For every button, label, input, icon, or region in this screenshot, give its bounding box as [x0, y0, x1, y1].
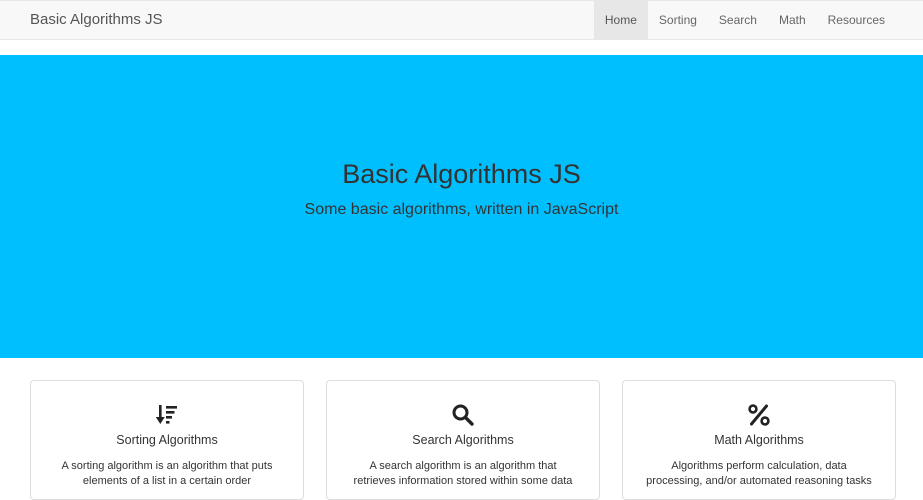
card-title: Search Algorithms: [412, 433, 514, 447]
sort-amount-down-icon: [31, 403, 303, 427]
nav-item-sorting[interactable]: Sorting: [648, 1, 708, 40]
nav-item-math[interactable]: Math: [768, 1, 817, 40]
hero-title: Basic Algorithms JS: [342, 159, 581, 189]
card-search: Search Algorithms A search algorithm is …: [326, 380, 600, 500]
card-title: Math Algorithms: [714, 433, 804, 447]
nav-menu: Home Sorting Search Math Resources: [593, 1, 896, 40]
nav-item-search[interactable]: Search: [708, 1, 768, 40]
card-sorting: Sorting Algorithms A sorting algorithm i…: [30, 380, 304, 500]
nav-item-resources[interactable]: Resources: [817, 1, 896, 40]
card-title: Sorting Algorithms: [116, 433, 218, 447]
card-math: Math Algorithms Algorithms perform calcu…: [622, 380, 896, 500]
hero-banner: Basic Algorithms JS Some basic algorithm…: [0, 55, 923, 358]
percent-icon: [623, 403, 895, 427]
navbar: Basic Algorithms JS Home Sorting Search …: [0, 0, 923, 40]
nav-item-home[interactable]: Home: [593, 1, 648, 40]
hero-subtitle: Some basic algorithms, written in JavaSc…: [304, 201, 619, 218]
search-icon: [327, 403, 599, 427]
navbar-brand[interactable]: Basic Algorithms JS: [30, 1, 163, 40]
